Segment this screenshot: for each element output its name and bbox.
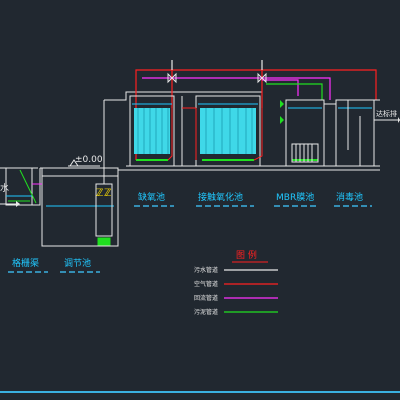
inlet-arrow	[0, 201, 20, 207]
label-mbr: MBR膜池	[276, 191, 314, 203]
reflux-pipe-return	[262, 79, 299, 96]
pump-icon	[97, 237, 111, 247]
disinfection-baffles	[347, 100, 361, 166]
label-regulating: 调节池	[64, 257, 91, 269]
level-mark-label: ±0.00	[75, 155, 103, 165]
label-anoxic: 缺氧池	[138, 191, 165, 203]
legend-label: 回流管道	[194, 294, 218, 302]
regulating-tank-wall	[40, 167, 119, 247]
grating-bar-screen	[19, 169, 37, 204]
process-labels: 缺氧池 接触氧化池 MBR膜池 消毒池 格栅渠 调节池	[12, 191, 363, 269]
legend-items: 污水管道 空气管道 回流管道 污泥管道	[194, 266, 218, 316]
valve-icon: ℤ	[96, 188, 103, 199]
sludge-pipe	[266, 83, 323, 100]
label-underlines	[8, 205, 372, 273]
lift-pump-assembly	[94, 100, 114, 247]
legend-label: 污泥管道	[194, 308, 218, 316]
label-grating: 格栅渠	[12, 257, 39, 269]
disinfection-tank-wall	[335, 99, 375, 167]
anoxic-media-fill	[134, 108, 170, 154]
legend-swatches	[224, 269, 278, 313]
reflux-pipe	[142, 77, 331, 100]
legend-label: 污水管道	[194, 266, 218, 274]
process-flow-diagram: ±0.00 水 ℤ ℤ 达标排 缺氧池 接触氧化池 MBR膜池 消毒池 格栅渠 …	[0, 60, 400, 393]
grating-channel-wall	[5, 168, 41, 206]
discharge-label: 达标排	[376, 109, 397, 118]
mbr-flow-arrows	[280, 100, 284, 124]
label-disinfection: 消毒池	[336, 191, 363, 203]
inlet-label: 水	[0, 182, 9, 194]
valve-icon: ℤ	[104, 188, 111, 199]
legend-title: 图 例	[236, 249, 257, 261]
contact-media-fill	[200, 108, 256, 154]
legend-label: 空气管道	[194, 280, 218, 288]
label-contact-oxidation: 接触氧化池	[198, 191, 243, 203]
